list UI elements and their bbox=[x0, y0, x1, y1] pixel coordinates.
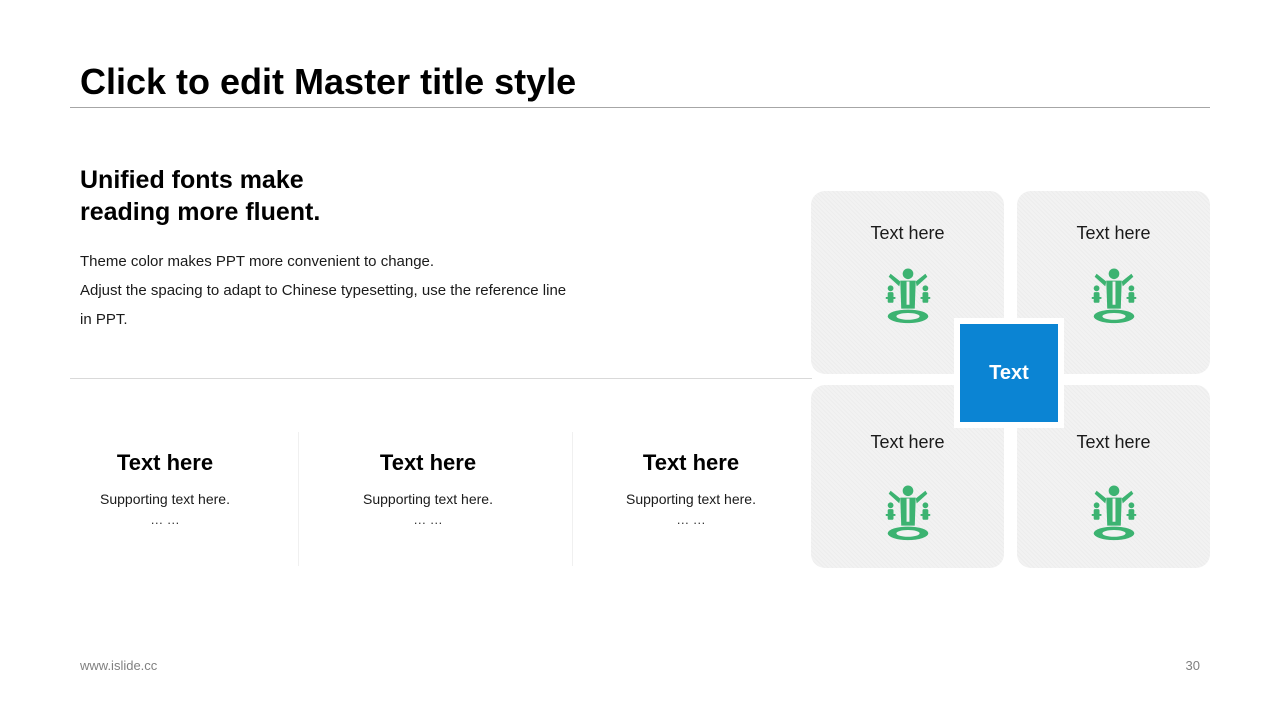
column-separator bbox=[298, 432, 299, 566]
column-separator bbox=[572, 432, 573, 566]
body-line-3: in PPT. bbox=[80, 311, 128, 328]
balance-person-icon bbox=[885, 268, 931, 324]
card-label: Text here bbox=[1076, 432, 1151, 452]
feature-subtitle: Supporting text here. bbox=[100, 491, 230, 507]
feature-ellipsis: … … bbox=[413, 512, 443, 527]
card-label: Text here bbox=[1076, 223, 1151, 243]
center-highlight-box[interactable]: Text bbox=[960, 324, 1058, 422]
headline-line-1: Unified fonts make bbox=[80, 166, 304, 194]
body-line-2: Adjust the spacing to adapt to Chinese t… bbox=[80, 282, 567, 299]
section-divider bbox=[70, 378, 812, 379]
slide-title[interactable]: Click to edit Master title style bbox=[80, 60, 576, 104]
feature-title: Text here bbox=[116, 450, 214, 475]
feature-ellipsis: … … bbox=[676, 512, 706, 527]
center-highlight-frame: Text bbox=[954, 318, 1064, 428]
footer-url[interactable]: www.islide.cc bbox=[80, 658, 157, 673]
balance-person-icon bbox=[1091, 268, 1137, 324]
body-line-1: Theme color makes PPT more convenient to… bbox=[80, 253, 435, 270]
feature-column-3[interactable]: Text here Supporting text here. … … bbox=[576, 432, 806, 528]
balance-person-icon bbox=[1091, 485, 1137, 541]
balance-person-icon bbox=[885, 485, 931, 541]
title-divider bbox=[70, 107, 1210, 108]
feature-column-2[interactable]: Text here Supporting text here. … … bbox=[313, 432, 543, 528]
body-text[interactable]: Theme color makes PPT more convenient to… bbox=[80, 247, 640, 334]
feature-column-1[interactable]: Text here Supporting text here. … … bbox=[50, 432, 280, 528]
feature-subtitle: Supporting text here. bbox=[363, 491, 493, 507]
headline-line-2: reading more fluent. bbox=[80, 198, 321, 226]
page-number: 30 bbox=[1185, 658, 1200, 673]
headline[interactable]: Unified fonts make reading more fluent. bbox=[80, 164, 320, 228]
card-label: Text here bbox=[870, 432, 945, 452]
feature-title: Text here bbox=[379, 450, 477, 475]
feature-ellipsis: … … bbox=[150, 512, 180, 527]
feature-title: Text here bbox=[642, 450, 740, 475]
feature-subtitle: Supporting text here. bbox=[626, 491, 756, 507]
card-label: Text here bbox=[870, 223, 945, 243]
